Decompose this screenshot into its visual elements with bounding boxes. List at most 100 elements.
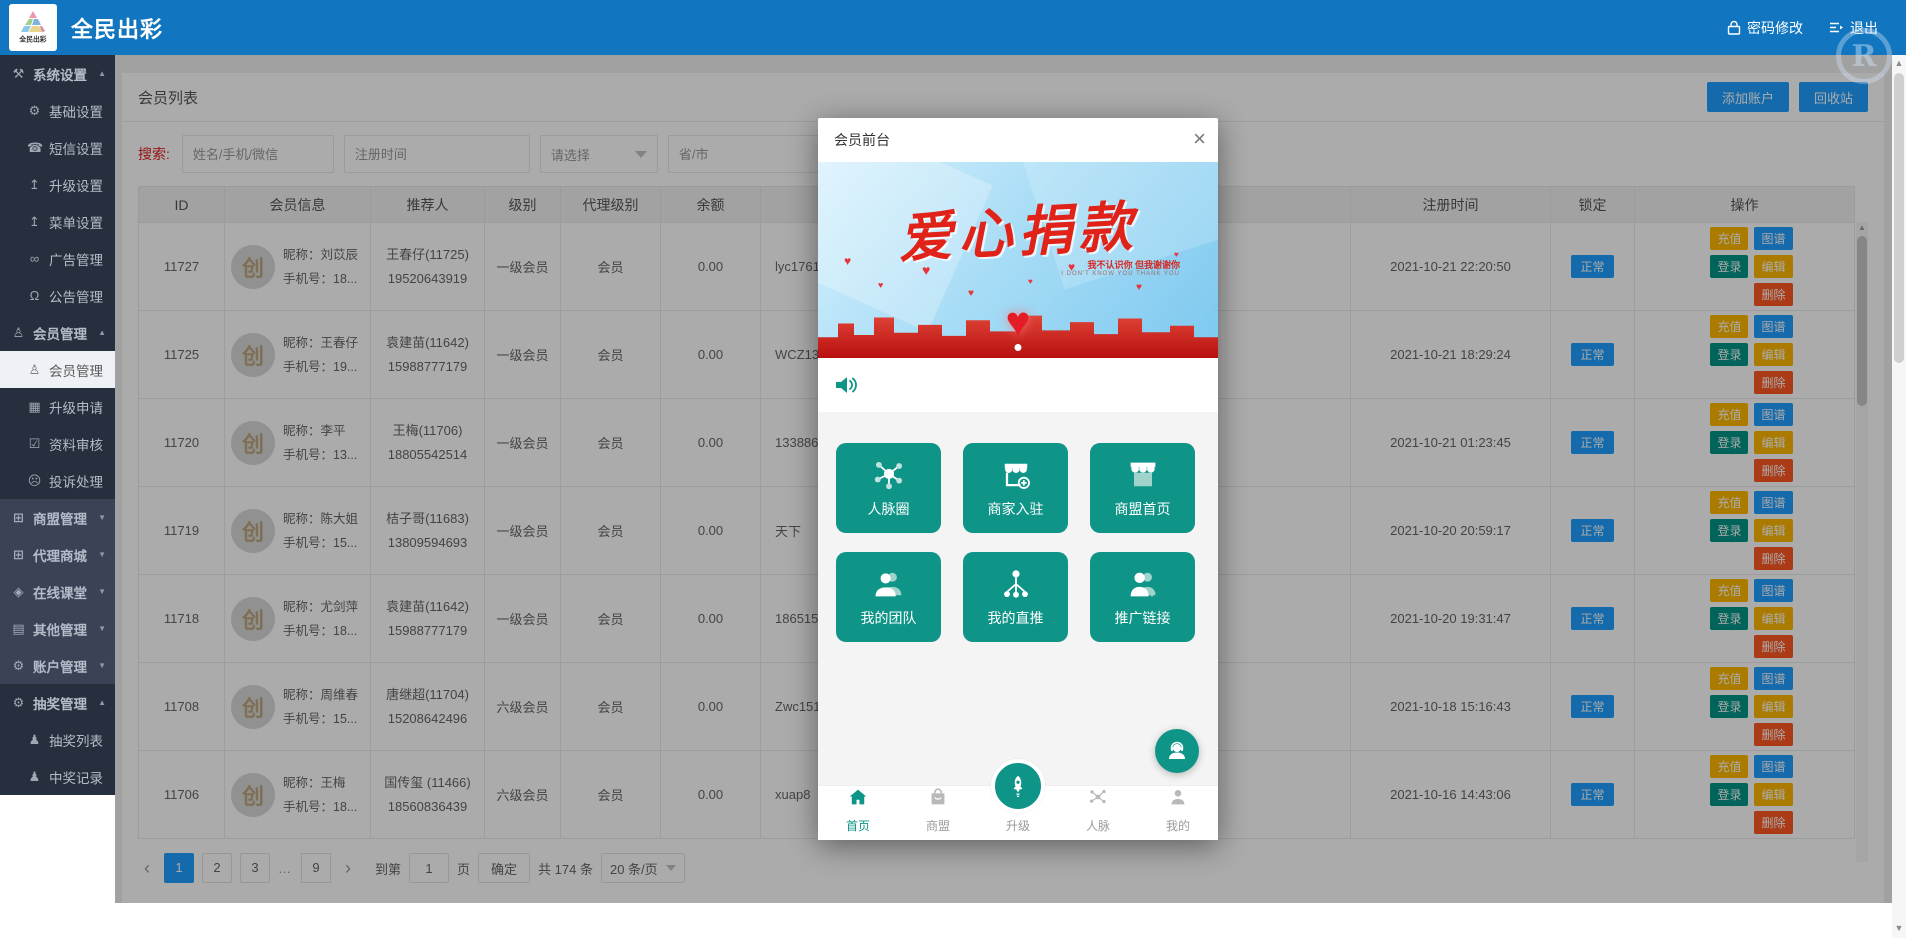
tile-shangjiaruzhu[interactable]: 商家入驻 <box>963 443 1068 533</box>
sidebar-item-account-management[interactable]: ⚙账户管理▼ <box>0 647 115 684</box>
cart-icon: ⊞ <box>11 510 26 526</box>
chevron-down-icon: ▼ <box>98 661 106 670</box>
heart-icon: ♥ <box>968 288 974 299</box>
modal-titlebar: 会员前台 × <box>818 118 1218 162</box>
user-icon: ♙ <box>11 325 26 341</box>
sidebar-item-label: 升级设置 <box>49 175 103 195</box>
sidebar-item-label: 抽奖管理 <box>33 693 87 713</box>
sidebar-item-complaint-handling[interactable]: ☹投诉处理 <box>0 462 115 499</box>
sidebar-item-notice-management[interactable]: Ω 公告管理 <box>0 277 115 314</box>
sidebar-item-label: 基础设置 <box>49 101 103 121</box>
sidebar-item-label: 短信设置 <box>49 138 103 158</box>
sidebar-item-member-management[interactable]: ♙ 会员管理 <box>0 351 115 388</box>
sidebar-item-label: 升级申请 <box>49 397 103 417</box>
modal-title: 会员前台 <box>834 130 890 150</box>
sidebar-item-label: 在线课堂 <box>33 582 87 602</box>
scrollbar-thumb[interactable] <box>1894 73 1904 363</box>
page-scrollbar[interactable]: ▲ ▼ <box>1892 55 1906 938</box>
sidebar-item-label: 会员管理 <box>49 360 103 380</box>
shield-check-icon: ☑ <box>27 436 42 452</box>
tile-wodezhitui[interactable]: 我的直推 <box>963 552 1068 642</box>
change-password-link[interactable]: 密码修改 <box>1727 18 1803 38</box>
close-icon[interactable]: × <box>1193 126 1206 152</box>
customer-service-button[interactable] <box>1155 729 1199 773</box>
sidebar-item-winning-records[interactable]: ♟ 中奖记录 <box>0 758 115 795</box>
sidebar-item-label: 商盟管理 <box>33 508 87 528</box>
sidebar-item-menu-settings[interactable]: ↥ 菜单设置 <box>0 203 115 240</box>
announcement-bar[interactable] <box>818 358 1218 412</box>
big-heart-icon: ♥ <box>1006 298 1031 346</box>
app-title: 全民出彩 <box>71 12 163 44</box>
logout-icon <box>1829 21 1844 34</box>
sidebar-item-label: 公告管理 <box>49 286 103 306</box>
watermark-logo: R <box>1836 28 1892 84</box>
sidebar-item-sms-settings[interactable]: ☎短信设置 <box>0 129 115 166</box>
network-hub-icon <box>871 457 907 493</box>
sidebar-item-label: 抽奖列表 <box>49 730 103 750</box>
nav-wode[interactable]: 我的 <box>1138 786 1218 840</box>
rocket-icon[interactable] <box>991 759 1045 813</box>
nav-renmai[interactable]: 人脉 <box>1058 786 1138 840</box>
app-logo: 全民出彩 <box>9 4 57 51</box>
tile-shangmengshouye[interactable]: 商盟首页 <box>1090 443 1195 533</box>
nav-home[interactable]: 首页 <box>818 786 898 840</box>
banner-carousel[interactable]: 爱心捐款 我不认识你 但我谢谢你 I DON'T KNOW YOU THANK … <box>818 162 1218 358</box>
nav-shangmeng[interactable]: 商盟 <box>898 786 978 840</box>
gear-icon: ⚙ <box>11 658 26 674</box>
frown-icon: ☹ <box>27 473 42 489</box>
sidebar-item-agent-mall[interactable]: ⊞代理商城▼ <box>0 536 115 573</box>
sidebar-item-label: 系统设置 <box>33 64 87 84</box>
tile-renmaiquan[interactable]: 人脉圈 <box>836 443 941 533</box>
wrench-icon: ⚒ <box>11 66 26 82</box>
sidebar-item-label: 中奖记录 <box>49 767 103 787</box>
heart-icon: ♥ <box>1174 250 1179 259</box>
sidebar-item-label: 代理商城 <box>33 545 87 565</box>
heart-icon: ♥ <box>1068 260 1075 274</box>
sidebar-item-label: 菜单设置 <box>49 212 103 232</box>
scroll-down-icon[interactable]: ▼ <box>1892 920 1906 936</box>
banner-subtitle-en: I DON'T KNOW YOU THANK YOU <box>1061 271 1180 277</box>
top-header: 全民出彩 全民出彩 密码修改 退出 <box>0 0 1906 55</box>
nav-shengji[interactable]: 升级 <box>978 786 1058 840</box>
chevron-up-icon: ▲ <box>98 69 106 78</box>
chevron-up-icon: ▲ <box>98 328 106 337</box>
heart-icon: ♥ <box>1028 277 1033 286</box>
sidebar-item-alliance-management[interactable]: ⊞商盟管理▼ <box>0 499 115 536</box>
bell-icon: Ω <box>27 288 42 303</box>
sidebar-item-upgrade-settings[interactable]: ↥ 升级设置 <box>0 166 115 203</box>
heart-icon: ♥ <box>844 254 851 268</box>
sidebar-item-member-management-group[interactable]: ♙会员管理▲ <box>0 314 115 351</box>
scroll-up-icon[interactable]: ▲ <box>1892 55 1906 71</box>
users-icon: ♟ <box>27 769 42 785</box>
tile-wodetuandui[interactable]: 我的团队 <box>836 552 941 642</box>
sidebar-item-label: 其他管理 <box>33 619 87 639</box>
sidebar-item-data-review[interactable]: ☑ 资料审核 <box>0 425 115 462</box>
sidebar-item-other-management[interactable]: ▤其他管理▼ <box>0 610 115 647</box>
sidebar-item-ad-management[interactable]: ∞广告管理 <box>0 240 115 277</box>
chevron-down-icon: ▼ <box>98 624 106 633</box>
tile-tuiguanglianjie[interactable]: 推广链接 <box>1090 552 1195 642</box>
logo-triangle-icon <box>20 10 46 34</box>
sidebar-item-upgrade-apply[interactable]: ▦ 升级申请 <box>0 388 115 425</box>
carousel-dot[interactable] <box>1015 344 1022 351</box>
sidebar-item-lottery-management[interactable]: ⚙抽奖管理▲ <box>0 684 115 721</box>
sidebar-item-online-classroom[interactable]: ◈在线课堂▼ <box>0 573 115 610</box>
home-icon <box>847 786 869 808</box>
user-icon: ♙ <box>27 362 42 378</box>
shop-plus-icon <box>998 457 1034 493</box>
banner-subtitle: 我不认识你 但我谢谢你 <box>1087 258 1180 271</box>
logo-text: 全民出彩 <box>19 35 46 44</box>
main-content: 会员列表 添加账户 回收站 搜索: 请选择 <box>115 55 1906 938</box>
sidebar-item-lottery-list[interactable]: ♟抽奖列表 <box>0 721 115 758</box>
grid-icon: ▦ <box>27 399 42 415</box>
mobile-bottom-nav: 首页 商盟 <box>818 785 1218 840</box>
heart-icon: ♥ <box>922 262 930 278</box>
heart-icon: ♥ <box>1136 282 1142 293</box>
circle-up-icon: ↥ <box>27 214 42 230</box>
circle-up-icon: ↥ <box>27 177 42 193</box>
sidebar-item-system-settings[interactable]: ⚒ 系统设置 ▲ <box>0 55 115 92</box>
sidebar-item-label: 资料审核 <box>49 434 103 454</box>
member-front-modal: 会员前台 × 爱心捐款 我不认识你 但我谢谢你 I DON'T KNOW YOU… <box>818 118 1218 840</box>
headset-user-icon <box>1165 739 1189 763</box>
sidebar-item-basic-settings[interactable]: ⚙基础设置 <box>0 92 115 129</box>
